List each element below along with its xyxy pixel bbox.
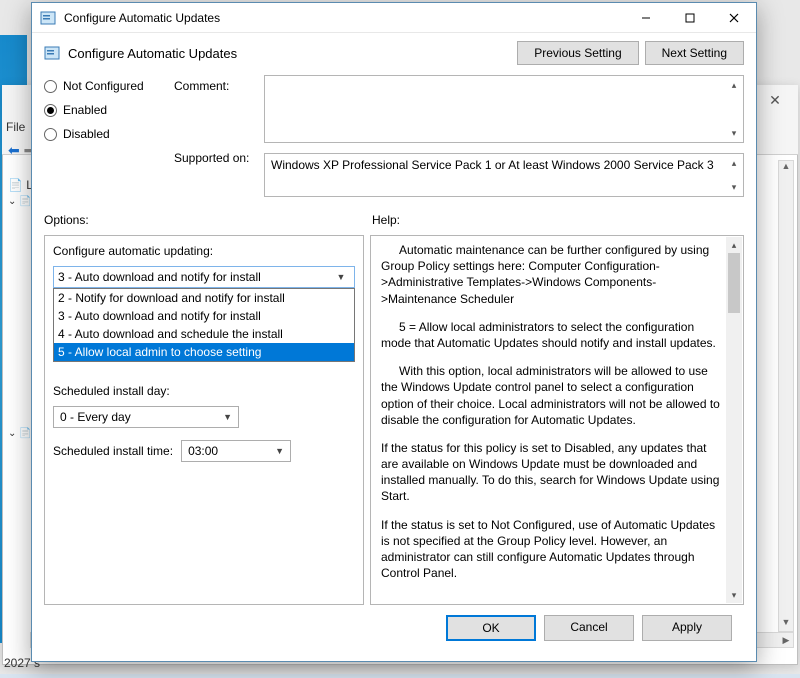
taskbar [0,674,800,678]
help-scrollbar[interactable]: ▴ ▾ [726,237,742,603]
configure-updating-dropdown[interactable]: 2 - Notify for download and notify for i… [53,288,355,362]
radio-dot-selected-icon [44,104,57,117]
radio-not-configured[interactable]: Not Configured [44,79,164,93]
combobox-value: 3 - Auto download and notify for install [58,270,332,284]
install-time-label: Scheduled install time: [53,444,173,458]
options-section-label: Options: [44,213,372,227]
previous-setting-button[interactable]: Previous Setting [517,41,638,65]
scroll-right-icon[interactable]: ▶ [779,633,793,647]
scroll-down-icon[interactable]: ▼ [779,617,793,631]
select-value: 03:00 [188,444,275,458]
radio-disabled[interactable]: Disabled [44,127,164,141]
cancel-button[interactable]: Cancel [544,615,634,641]
scroll-down-icon[interactable]: ▾ [726,587,742,603]
back-icon[interactable]: ⬅ [8,142,20,158]
background-scrollbar-vertical[interactable]: ▲ ▼ [778,160,794,632]
scroll-up-icon[interactable]: ▲ [779,161,793,175]
dropdown-option[interactable]: 5 - Allow local admin to choose setting [54,343,354,361]
background-tree-caret[interactable]: ⌄ 📄 [8,196,32,207]
radio-dot-icon [44,80,57,93]
scroll-up-icon[interactable]: ▴ [726,237,742,253]
radio-label: Disabled [63,127,110,141]
comment-textarea[interactable]: ▴ ▾ [264,75,744,143]
close-button[interactable] [712,4,756,32]
scroll-up-icon[interactable]: ▴ [726,155,742,171]
help-paragraph: Automatic maintenance can be further con… [381,242,721,307]
comment-label: Comment: [174,79,254,151]
background-file-menu[interactable]: File [6,120,25,134]
scroll-down-icon[interactable]: ▾ [726,125,742,141]
dropdown-option[interactable]: 3 - Auto download and notify for install [54,307,354,325]
dropdown-option[interactable]: 4 - Auto download and schedule the insta… [54,325,354,343]
comment-scrollbar[interactable]: ▴ ▾ [726,77,742,141]
supported-on-text: Windows XP Professional Service Pack 1 o… [271,158,714,172]
chevron-down-icon: ▼ [275,446,284,456]
install-time-select[interactable]: 03:00 ▼ [181,440,291,462]
help-section-label: Help: [372,213,744,227]
help-paragraph: 5 = Allow local administrators to select… [381,319,721,351]
policy-header-name: Configure Automatic Updates [68,46,509,61]
titlebar: Configure Automatic Updates [32,3,756,33]
install-day-select[interactable]: 0 - Every day ▼ [53,406,239,428]
minimize-button[interactable] [624,4,668,32]
help-paragraph: With this option, local administrators w… [381,363,721,428]
chevron-down-icon: ▼ [223,412,232,422]
policy-header-icon [44,45,60,61]
apply-button[interactable]: Apply [642,615,732,641]
policy-icon [40,10,56,26]
scroll-thumb[interactable] [728,253,740,313]
background-close-button[interactable]: ✕ [754,92,796,112]
configure-updating-label: Configure automatic updating: [53,244,355,258]
radio-enabled[interactable]: Enabled [44,103,164,117]
help-paragraph: If the status for this policy is set to … [381,440,721,505]
radio-dot-icon [44,128,57,141]
radio-label: Enabled [63,103,107,117]
configure-updates-dialog: Configure Automatic Updates Configure Au… [31,2,757,662]
next-setting-button[interactable]: Next Setting [645,41,744,65]
maximize-button[interactable] [668,4,712,32]
window-title: Configure Automatic Updates [64,11,624,25]
background-tree-caret-2[interactable]: ⌄ 📄 [8,428,32,439]
help-paragraph: If the status is set to Not Configured, … [381,517,721,582]
help-pane: Automatic maintenance can be further con… [370,235,744,605]
chevron-down-icon: ▼ [332,272,350,282]
dropdown-option[interactable]: 2 - Notify for download and notify for i… [54,289,354,307]
supported-on-label: Supported on: [174,151,254,165]
select-value: 0 - Every day [60,410,223,424]
install-day-label: Scheduled install day: [53,384,355,398]
scroll-down-icon[interactable]: ▾ [726,179,742,195]
options-pane: Configure automatic updating: 3 - Auto d… [44,235,364,605]
supported-on-box: Windows XP Professional Service Pack 1 o… [264,153,744,197]
scroll-up-icon[interactable]: ▴ [726,77,742,93]
supported-scrollbar[interactable]: ▴ ▾ [726,155,742,195]
background-tree-item[interactable]: 📄 L [8,178,33,192]
ok-button[interactable]: OK [446,615,536,641]
radio-label: Not Configured [63,79,144,93]
configure-updating-combobox[interactable]: 3 - Auto download and notify for install… [53,266,355,288]
